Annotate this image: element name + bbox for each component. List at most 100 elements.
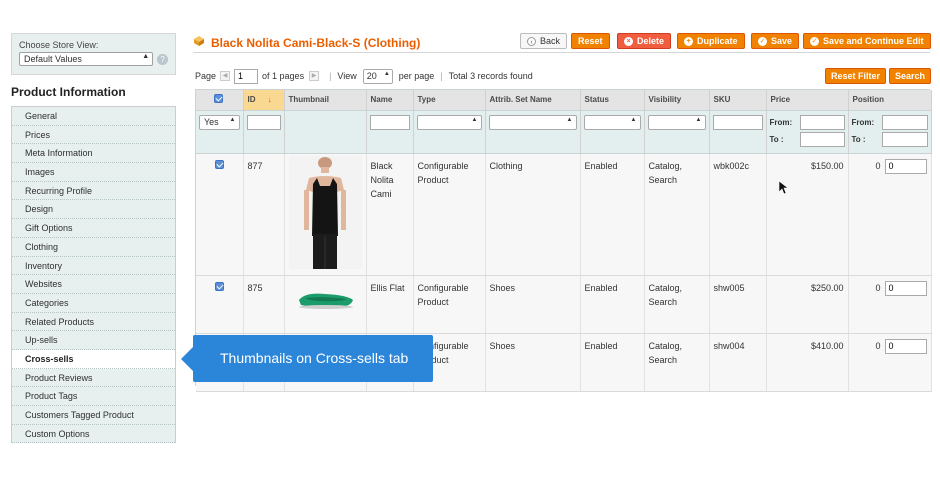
select-arrows-icon: ▲	[142, 53, 150, 60]
tab-customers-tagged-product[interactable]: Customers Tagged Product	[12, 406, 175, 425]
header-row: ID ↓ Thumbnail Name Type Attrib. Set Nam…	[196, 90, 932, 111]
tab-product-reviews[interactable]: Product Reviews	[12, 368, 175, 388]
id-filter-input[interactable]	[246, 114, 281, 130]
select-arrows-icon: ▲	[383, 70, 390, 77]
reset-button[interactable]: Reset	[571, 33, 610, 49]
save-continue-button[interactable]: ✓ Save and Continue Edit	[803, 33, 931, 49]
row-type: Configurable Product	[413, 153, 486, 276]
duplicate-button[interactable]: + Duplicate	[677, 33, 745, 49]
col-position[interactable]: Position	[848, 90, 932, 111]
col-status[interactable]: Status	[580, 90, 645, 111]
position-input[interactable]	[884, 158, 927, 174]
duplicate-label: Duplicate	[697, 36, 738, 46]
col-sku[interactable]: SKU	[709, 90, 767, 111]
attrib-set-filter-select[interactable]: ▲	[488, 114, 577, 130]
tab-clothing[interactable]: Clothing	[12, 237, 175, 257]
position-input[interactable]	[884, 338, 927, 354]
page-input[interactable]	[234, 68, 259, 84]
row-checkbox[interactable]	[215, 159, 224, 169]
store-view-value: Default Values	[24, 54, 82, 64]
position-input[interactable]	[884, 280, 927, 296]
type-filter-select[interactable]: ▲	[416, 114, 482, 130]
delete-button[interactable]: × Delete	[617, 33, 672, 49]
col-price[interactable]: Price	[766, 90, 849, 111]
col-attrib-set[interactable]: Attrib. Set Name	[485, 90, 581, 111]
select-arrows-icon: ▲	[630, 116, 637, 123]
row-position: 0	[875, 282, 881, 293]
tab-meta-information[interactable]: Meta Information	[12, 144, 175, 164]
pager-separator: |	[329, 71, 332, 81]
select-all-checkbox[interactable]	[214, 94, 223, 104]
section-title: Product Information	[11, 75, 176, 107]
col-id-label: ID	[247, 95, 256, 105]
of-pages: of 1 pages	[262, 71, 305, 81]
visibility-filter-select[interactable]: ▲	[647, 114, 706, 130]
help-icon[interactable]: ?	[157, 53, 168, 65]
tab-related-products[interactable]: Related Products	[12, 312, 175, 332]
in-products-filter[interactable]: Yes ▲	[199, 114, 240, 130]
page-title: Black Nolita Cami-Black-S (Clothing)	[211, 36, 421, 50]
row-position: 0	[875, 160, 881, 171]
row-attrib-set: Shoes	[485, 333, 581, 392]
sort-down-icon: ↓	[267, 95, 272, 105]
tab-product-tags[interactable]: Product Tags	[12, 387, 175, 406]
select-arrows-icon: ▲	[695, 116, 702, 123]
store-switcher: Choose Store View: Default Values ▲ ?	[11, 33, 176, 75]
tab-gift-options[interactable]: Gift Options	[12, 219, 175, 238]
tab-inventory[interactable]: Inventory	[12, 256, 175, 276]
tab-recurring-profile[interactable]: Recurring Profile	[12, 181, 175, 201]
tab-list: General Prices Meta Information Images R…	[11, 107, 176, 444]
back-button[interactable]: ‹ Back	[520, 33, 568, 49]
price-from-input[interactable]	[799, 114, 845, 130]
row-visibility: Catalog, Search	[644, 333, 710, 392]
sku-filter-input[interactable]	[712, 114, 763, 130]
row-status: Enabled	[580, 275, 645, 334]
row-sku: shw004	[709, 333, 767, 392]
tab-cross-sells[interactable]: Cross-sells	[12, 349, 175, 369]
tab-websites[interactable]: Websites	[12, 275, 175, 294]
col-type[interactable]: Type	[413, 90, 486, 111]
per-page-value: 20	[366, 70, 377, 81]
search-button[interactable]: Search	[889, 68, 932, 84]
tab-custom-options[interactable]: Custom Options	[12, 424, 175, 444]
position-to-input[interactable]	[881, 131, 928, 147]
name-filter-input[interactable]	[369, 114, 410, 130]
row-status: Enabled	[580, 153, 645, 276]
col-visibility[interactable]: Visibility	[644, 90, 710, 111]
table-row[interactable]: 875 Ellis Flat Configurable Product Shoe…	[196, 275, 932, 334]
reset-filter-button[interactable]: Reset Filter	[825, 68, 887, 84]
col-select[interactable]	[196, 90, 244, 111]
col-id[interactable]: ID ↓	[243, 90, 285, 111]
product-tabs-sidebar: Choose Store View: Default Values ▲ ? Pr…	[11, 33, 176, 458]
tab-prices[interactable]: Prices	[12, 125, 175, 145]
row-checkbox[interactable]	[215, 281, 224, 291]
next-page-icon[interactable]: ▶	[309, 71, 320, 81]
tab-images[interactable]: Images	[12, 163, 175, 182]
reset-label: Reset	[578, 36, 603, 46]
save-button[interactable]: ✓ Save	[751, 33, 800, 49]
position-from-input[interactable]	[881, 114, 928, 130]
select-arrows-icon: ▲	[471, 116, 478, 123]
row-price: $410.00	[766, 333, 849, 392]
row-thumbnail	[284, 275, 367, 334]
store-view-label: Choose Store View:	[19, 40, 99, 50]
col-name[interactable]: Name	[366, 90, 414, 111]
position-to-label: To :	[851, 134, 866, 144]
price-to-input[interactable]	[799, 131, 845, 147]
store-view-select[interactable]: Default Values ▲	[19, 52, 154, 66]
row-price: $250.00	[766, 275, 849, 334]
page-label: Page	[195, 71, 217, 81]
prev-page-icon[interactable]: ◀	[220, 71, 231, 81]
back-label: Back	[540, 36, 561, 46]
tab-up-sells[interactable]: Up-sells	[12, 331, 175, 350]
tab-design[interactable]: Design	[12, 200, 175, 220]
tab-general[interactable]: General	[12, 107, 175, 126]
filter-row: Yes ▲ ▲ ▲ ▲ ▲ From: To : From: To :	[196, 110, 932, 154]
tab-categories[interactable]: Categories	[12, 293, 175, 313]
row-id: 877	[243, 153, 285, 276]
table-row[interactable]: 877 Black Nolita Cami Configurable Produ…	[196, 153, 932, 276]
back-arrow-icon: ‹	[527, 36, 536, 46]
in-products-value: Yes	[204, 116, 219, 127]
per-page-select[interactable]: 20 ▲	[362, 68, 393, 84]
status-filter-select[interactable]: ▲	[583, 114, 641, 130]
